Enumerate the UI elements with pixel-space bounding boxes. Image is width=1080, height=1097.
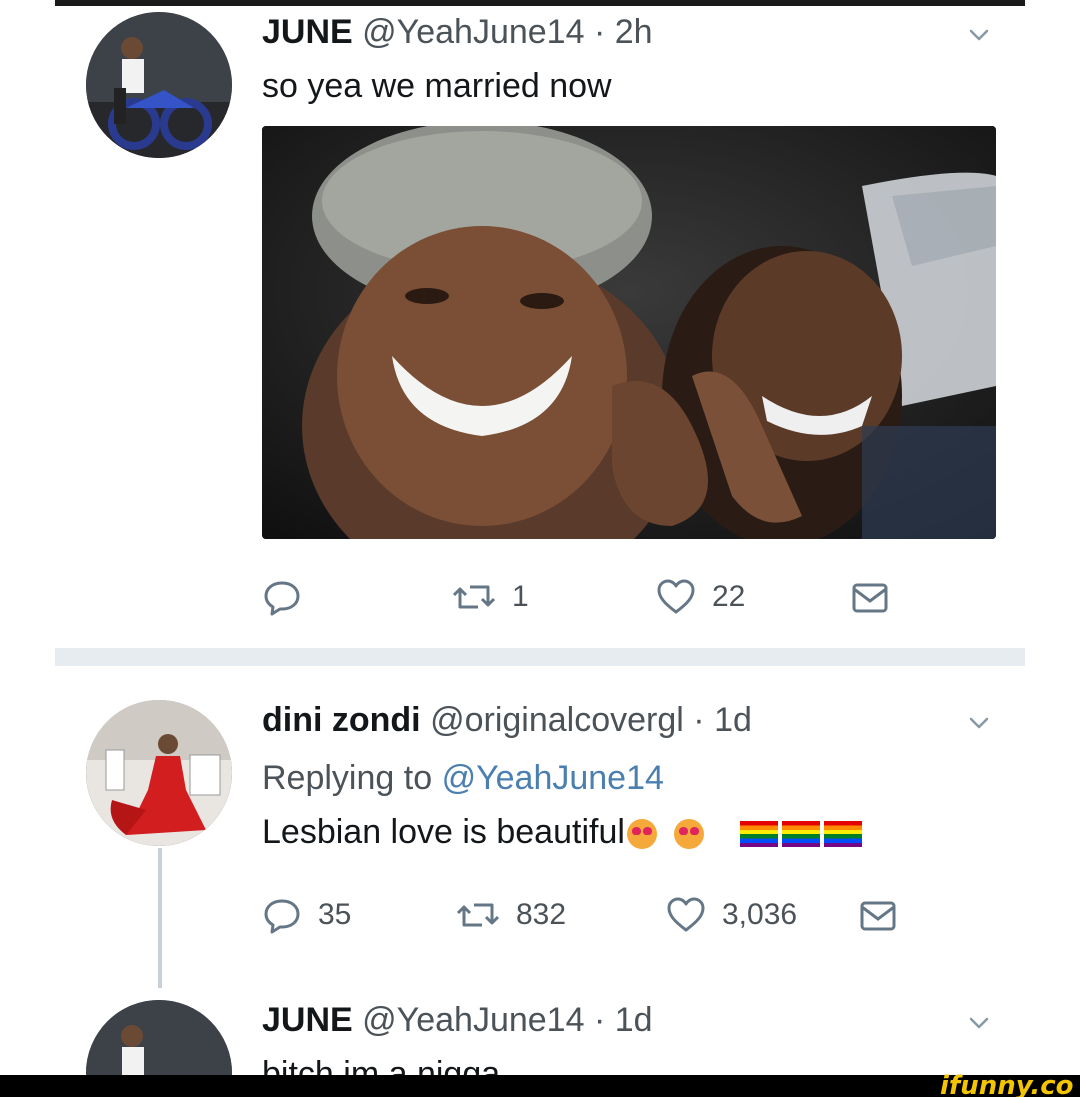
tweet-header: JUNE @YeahJune14 · 1d	[262, 1000, 653, 1040]
chevron-down-icon[interactable]	[968, 1012, 990, 1034]
timestamp[interactable]: · 1d	[594, 1001, 653, 1039]
tweet-3: JUNE @YeahJune14 · 1d bitch im a nigga	[0, 0, 1080, 1075]
display-name[interactable]: JUNE	[262, 1001, 353, 1039]
user-handle[interactable]: @YeahJune14	[362, 1001, 584, 1039]
watermark-bar	[0, 1075, 1080, 1097]
tweet-text: bitch im a nigga	[262, 1055, 501, 1075]
avatar[interactable]	[86, 1000, 232, 1075]
watermark: ifunny.co	[940, 1071, 1074, 1097]
